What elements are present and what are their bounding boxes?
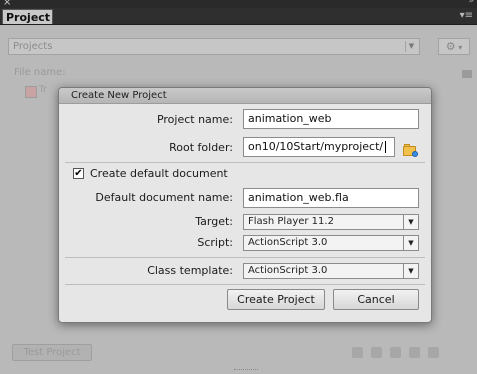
project-settings-button[interactable]: ⚙ ▾	[438, 38, 470, 55]
list-item-label: Tr	[39, 85, 47, 95]
refresh-icon[interactable]	[390, 347, 401, 358]
default-document-name-label: Default document name:	[95, 191, 233, 204]
target-label: Target:	[195, 215, 233, 228]
chevron-down-icon: ▼	[403, 264, 418, 278]
panel-tabbar: Project ▾≡	[0, 8, 477, 25]
target-select[interactable]: Flash Player 11.2 ▼	[243, 214, 419, 230]
create-default-document-label: Create default document	[90, 167, 228, 180]
class-template-value: ActionScript 3.0	[248, 265, 328, 276]
new-file-icon[interactable]	[352, 347, 363, 358]
text-caret	[385, 141, 387, 153]
dialog-title: Create New Project	[59, 88, 431, 104]
close-panel-icon[interactable]: ×	[3, 0, 11, 8]
new-folder-icon[interactable]	[371, 347, 382, 358]
script-select[interactable]: ActionScript 3.0 ▼	[243, 235, 419, 251]
tab-project[interactable]: Project	[2, 9, 53, 24]
file-name-label: File name:	[14, 67, 66, 78]
divider	[65, 257, 425, 258]
resize-grip[interactable]	[234, 369, 258, 373]
create-new-project-dialog: Create New Project Project name: animati…	[58, 87, 432, 323]
cancel-button[interactable]: Cancel	[333, 289, 419, 310]
script-label: Script:	[197, 236, 233, 249]
class-template-label: Class template:	[147, 264, 233, 277]
project-name-field[interactable]: animation_web	[243, 109, 419, 129]
chevron-down-icon: ▼	[405, 41, 417, 52]
divider	[65, 162, 425, 163]
target-value: Flash Player 11.2	[248, 216, 334, 227]
chevron-down-icon: ▼	[403, 236, 418, 250]
projects-dropdown-label: Projects	[13, 41, 53, 52]
panel-titlebar: × »	[0, 0, 477, 8]
create-project-button[interactable]: Create Project	[227, 289, 325, 310]
file-icon	[25, 86, 37, 98]
gear-icon: ⚙	[445, 40, 456, 53]
projects-dropdown[interactable]: Projects ▼	[8, 38, 420, 55]
browse-dot-icon	[412, 151, 418, 157]
root-folder-field[interactable]: οn10/10Start/myproject/	[243, 137, 395, 157]
settings-icon[interactable]	[409, 347, 420, 358]
class-template-select[interactable]: ActionScript 3.0 ▼	[243, 263, 419, 279]
delete-icon[interactable]	[428, 347, 439, 358]
panel-menu-icon[interactable]: ▾≡	[460, 10, 473, 21]
default-document-name-field[interactable]: animation_web.fla	[243, 188, 419, 208]
create-default-document-checkbox[interactable]: ✔	[73, 168, 84, 179]
chevron-down-icon: ▼	[403, 215, 418, 229]
folder-icon	[462, 70, 472, 78]
browse-folder-button[interactable]	[403, 143, 419, 157]
collapse-panel-icon[interactable]: »	[468, 0, 474, 6]
panel-footer-icons	[352, 347, 447, 359]
project-name-label: Project name:	[156, 113, 233, 126]
script-value: ActionScript 3.0	[248, 237, 328, 248]
root-folder-label: Root folder:	[169, 141, 233, 154]
divider	[65, 284, 425, 285]
test-project-button[interactable]: Test Project	[12, 344, 92, 361]
root-folder-value: οn10/10Start/myproject/	[248, 140, 384, 153]
